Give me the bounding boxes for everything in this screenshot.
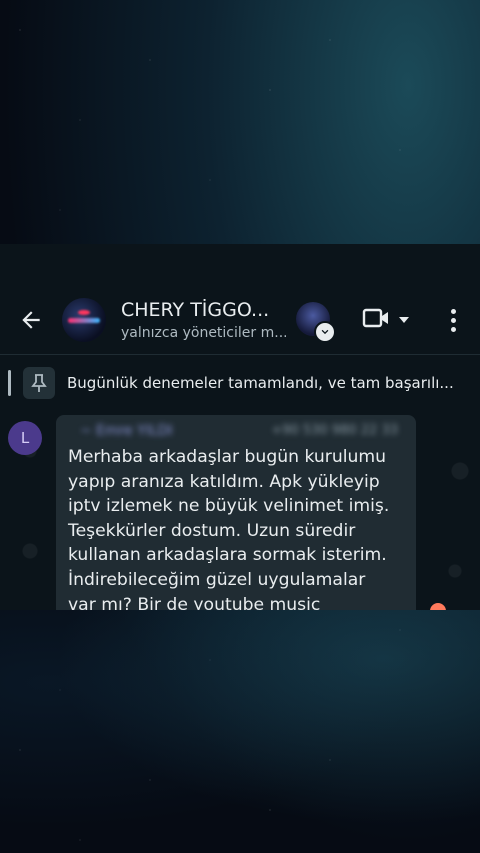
wallpaper-glow — [0, 610, 480, 853]
dropdown-chevron-icon[interactable] — [398, 311, 410, 330]
pin-icon — [23, 367, 55, 399]
reaction-emoji[interactable] — [430, 603, 446, 610]
pinned-message-text: Bugünlük denemeler tamamlandı, ve tam ba… — [67, 374, 454, 392]
group-subtitle: yalnızca yöneticiler m... — [121, 324, 286, 341]
message-list: L ~ Emre YILDI +90 530 980 22 33 Merhaba… — [0, 411, 480, 610]
group-avatar[interactable] — [62, 298, 106, 342]
chat-header: CHERY TİGGO... yalnızca yöneticiler m... — [0, 294, 480, 346]
chat-window: CHERY TİGGO... yalnızca yöneticiler m...… — [0, 244, 480, 610]
more-vert-icon[interactable] — [444, 306, 462, 334]
group-name: CHERY TİGGO... — [121, 298, 270, 321]
chevron-down-icon — [314, 321, 336, 343]
sender-phone: +90 530 980 22 33 — [271, 423, 398, 438]
pinned-message-bar[interactable]: Bugünlük denemeler tamamlandı, ve tam ba… — [0, 354, 480, 412]
video-call-icon — [362, 307, 390, 333]
sender-name[interactable]: ~ Emre YILDI — [80, 423, 173, 439]
video-call-button[interactable] — [362, 306, 412, 334]
pin-indicator — [8, 370, 11, 396]
back-arrow-icon[interactable] — [16, 305, 46, 335]
message-text: Merhaba arkadaşlar bugün kurulumu yapıp … — [68, 447, 390, 610]
sender-avatar[interactable]: L — [8, 421, 42, 455]
group-info[interactable]: CHERY TİGGO... yalnızca yöneticiler m... — [121, 299, 286, 342]
message-bubble[interactable]: ~ Emre YILDI +90 530 980 22 33 Merhaba a… — [56, 415, 416, 610]
